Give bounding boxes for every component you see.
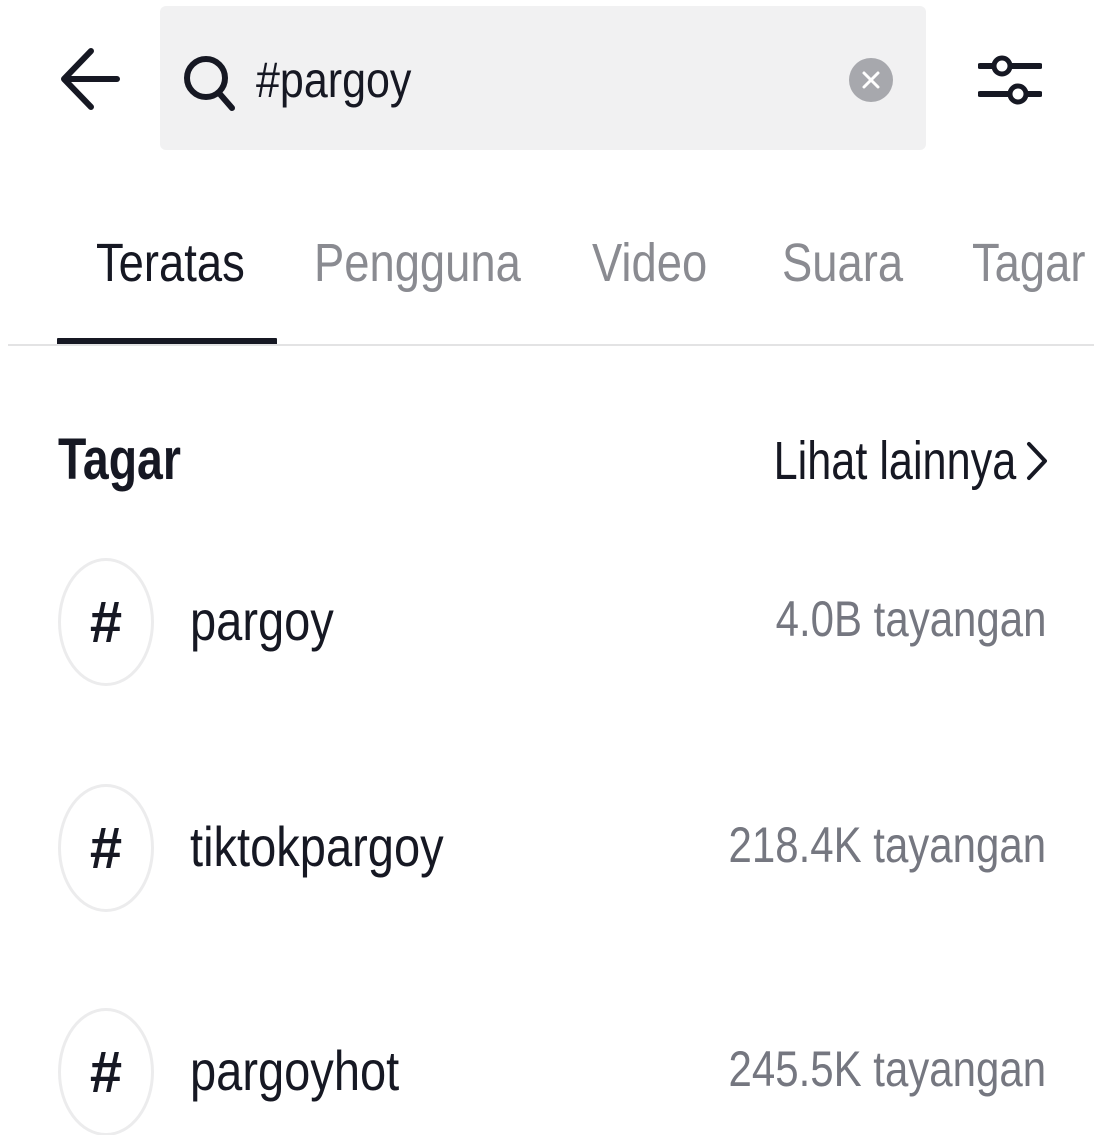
hashtag-views: 245.5K tayangan [728, 1041, 1046, 1097]
hashtag-views: 218.4K tayangan [728, 817, 1046, 873]
search-tabs: Teratas Pengguna Video Suara Tagar [0, 206, 1094, 346]
hashtag-name: pargoy [190, 589, 334, 652]
filter-button[interactable] [972, 44, 1048, 116]
hashtag-name: tiktokpargoy [190, 815, 444, 878]
clear-search-button[interactable] [849, 58, 893, 102]
tab-video[interactable]: Video [592, 232, 707, 298]
hashtag-icon: # [58, 1008, 154, 1135]
tab-tagar[interactable]: Tagar [972, 232, 1085, 298]
search-icon [184, 56, 235, 111]
section-title: Tagar [58, 427, 181, 492]
hashtag-row[interactable]: # pargoyhot 245.5K tayangan [0, 1008, 1094, 1135]
chevron-right-icon [1027, 442, 1047, 480]
see-more-label: Lihat lainnya [773, 431, 1016, 491]
search-bar[interactable] [160, 6, 926, 150]
hashtag-name: pargoyhot [190, 1039, 400, 1102]
hashtag-icon: # [58, 558, 154, 686]
hashtag-views: 4.0B tayangan [775, 591, 1046, 647]
hashtag-icon: # [58, 784, 154, 912]
tabs-divider [8, 344, 1094, 346]
hashtag-row[interactable]: # tiktokpargoy 218.4K tayangan [0, 784, 1094, 916]
tab-pengguna[interactable]: Pengguna [314, 232, 521, 298]
search-results-screen: Teratas Pengguna Video Suara Tagar Tagar… [0, 0, 1094, 1135]
arrow-left-icon [61, 48, 120, 110]
search-input[interactable] [256, 42, 738, 118]
clear-icon [862, 71, 880, 89]
hashtag-row[interactable]: # pargoy 4.0B tayangan [0, 558, 1094, 690]
see-more-link[interactable]: Lihat lainnya [713, 428, 1048, 494]
tab-teratas[interactable]: Teratas [96, 232, 245, 298]
tab-suara[interactable]: Suara [782, 232, 903, 298]
back-button[interactable] [58, 40, 122, 118]
filter-sliders-icon [978, 55, 1042, 105]
